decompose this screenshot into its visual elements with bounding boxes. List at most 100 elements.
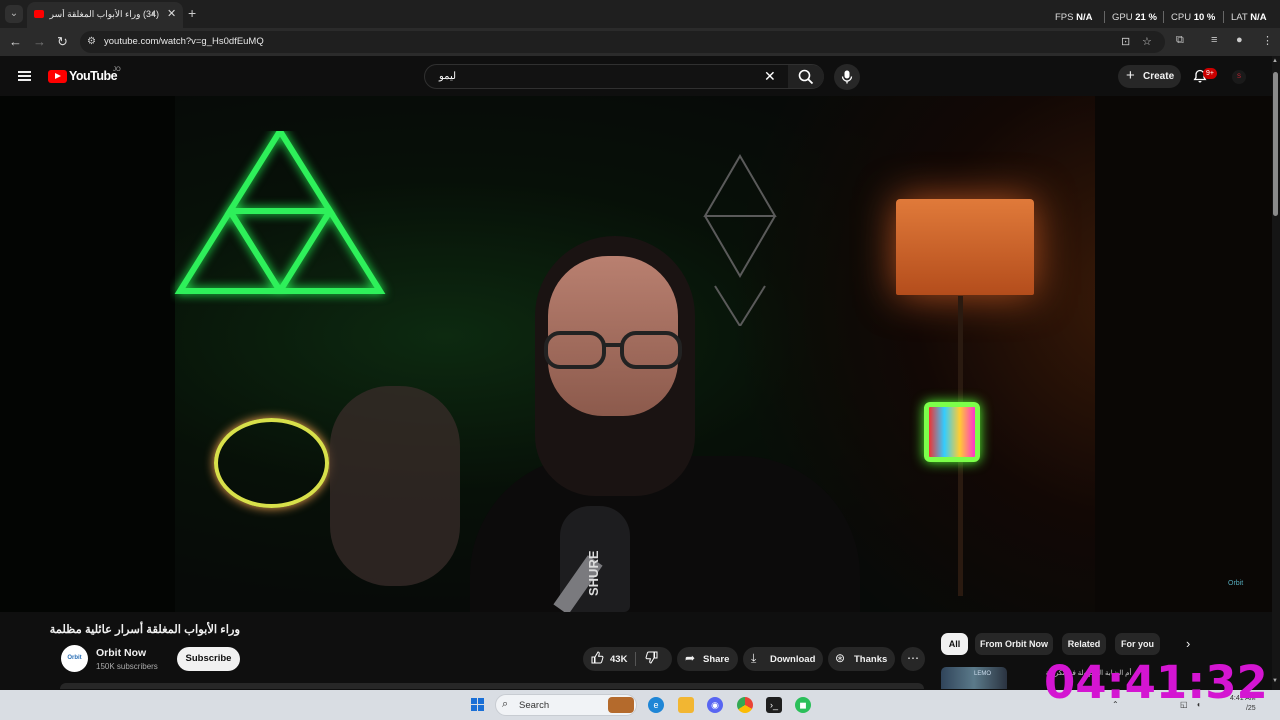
video-letterbox-left (0, 96, 175, 612)
download-icon: ⤓ (751, 651, 757, 665)
reading-list-icon[interactable]: ≡ (1211, 34, 1217, 46)
clear-search-icon[interactable]: ✕ (764, 68, 776, 85)
channel-name[interactable]: Orbit Now (96, 647, 146, 659)
microphone-brand: SHURE (586, 550, 601, 596)
ring-light (214, 418, 329, 508)
share-label: Share (703, 654, 730, 665)
edge-icon[interactable]: e (648, 697, 664, 713)
country-code: JO (113, 67, 121, 73)
chrome-menu-icon[interactable]: ⋮ (1262, 34, 1273, 47)
download-button[interactable]: ⤓ Download (743, 647, 823, 671)
bookmark-star-icon[interactable]: ☆ (1142, 35, 1152, 48)
windows-start-icon[interactable] (471, 698, 485, 712)
thumbnail-text: LEMO (974, 671, 992, 677)
next-video-thumbnail[interactable]: LEMO (941, 667, 1007, 689)
forward-icon[interactable]: → (33, 34, 46, 49)
chip-from-channel[interactable]: From Orbit Now (975, 633, 1053, 655)
more-actions-icon[interactable]: ⋯ (901, 647, 925, 671)
new-tab-button[interactable]: + (188, 5, 196, 21)
taskbar-search[interactable]: ⌕ Search (495, 694, 637, 716)
scrollbar-thumb[interactable] (1273, 72, 1278, 216)
thumbs-down-icon (645, 651, 658, 664)
share-icon: ➦ (685, 651, 696, 665)
url-text[interactable]: youtube.com/watch?v=g_Hs0dfEuMQ (104, 36, 264, 47)
android-app-icon[interactable]: ◼ (795, 697, 811, 713)
scroll-down-icon[interactable]: ▼ (1272, 678, 1278, 684)
create-label: Create (1143, 71, 1175, 82)
super-thanks-icon: ⊛ (835, 651, 846, 665)
file-explorer-icon[interactable] (678, 697, 694, 713)
download-label: Download (770, 654, 816, 665)
extensions-icon[interactable]: ⧉ (1176, 34, 1184, 47)
scroll-up-icon[interactable]: ▲ (1272, 58, 1278, 64)
dislike-button[interactable] (645, 651, 658, 667)
browser-toolbar: ← → ↻ ⚙ youtube.com/watch?v=g_Hs0dfEuMQ … (0, 28, 1280, 56)
perf-lat: LAT N/A (1231, 12, 1267, 23)
chip-for-you[interactable]: For you (1115, 633, 1160, 655)
presenter-hand (330, 386, 460, 586)
chrome-icon[interactable] (737, 697, 753, 713)
voice-search-button[interactable] (834, 64, 860, 90)
tab-title: (34) وراء الأبواب المغلقة أسرار (49, 9, 159, 19)
install-app-icon[interactable]: ⊡ (1121, 35, 1130, 48)
create-button[interactable]: + Create (1118, 65, 1181, 88)
share-button[interactable]: ➦ Share (677, 647, 738, 671)
search-button[interactable] (788, 65, 824, 88)
notifications-badge: 9+ (1203, 68, 1217, 79)
channel-avatar[interactable]: Orbit (61, 645, 88, 672)
account-avatar[interactable]: S (1232, 70, 1246, 84)
gpu-label: GPU (1112, 12, 1133, 23)
perf-fps: FPS N/A (1055, 12, 1093, 23)
lat-value: N/A (1250, 12, 1267, 23)
gpu-value: 21 % (1135, 12, 1157, 23)
chip-related[interactable]: Related (1062, 633, 1106, 655)
perf-gpu: GPU 21 % (1112, 12, 1157, 23)
mini-tv-light (924, 402, 980, 462)
tab-close-icon[interactable]: ✕ (167, 7, 176, 20)
search-icon (798, 69, 814, 85)
like-dislike-group: 43K (583, 647, 672, 671)
back-icon[interactable]: ← (9, 34, 22, 49)
active-tab[interactable]: (34) وراء الأبواب المغلقة أسرار ◖ ✕ (27, 2, 183, 28)
perf-divider (1104, 11, 1105, 23)
plus-icon: + (1126, 67, 1135, 84)
like-button[interactable] (591, 651, 604, 667)
taskbar-search-label: Search (519, 700, 550, 711)
subscriber-count: 150K subscribers (96, 662, 158, 671)
lat-label: LAT (1231, 12, 1248, 23)
search-icon: ⌕ (502, 698, 509, 710)
tab-search-dropdown-icon[interactable]: ⌄ (5, 5, 23, 23)
browser-tab-strip: ⌄ (34) وراء الأبواب المغلقة أسرار ◖ ✕ + … (0, 0, 1280, 28)
search-box[interactable]: ليمو ✕ (424, 64, 824, 89)
cpu-label: CPU (1171, 12, 1192, 23)
discord-icon[interactable]: ◉ (707, 697, 723, 713)
thanks-button[interactable]: ⊛ Thanks (828, 647, 895, 671)
glasses (544, 331, 682, 369)
youtube-logo-icon[interactable] (48, 70, 67, 83)
search-highlight-image (608, 697, 634, 713)
terminal-icon[interactable]: ›_ (766, 697, 782, 713)
chevron-right-icon[interactable]: › (1186, 636, 1190, 651)
neon-triangle-lights (174, 131, 386, 294)
description-box[interactable] (60, 683, 924, 689)
youtube-favicon-icon (34, 10, 44, 18)
hamburger-menu-icon[interactable] (18, 71, 31, 81)
fps-label: FPS (1055, 12, 1074, 23)
reload-icon[interactable]: ↻ (57, 34, 68, 50)
overlay-clock: 04:41:32 (1044, 656, 1268, 709)
like-divider (635, 652, 636, 666)
channel-watermark[interactable]: Orbit (1228, 580, 1243, 587)
video-player[interactable]: SHURE Orbit (0, 96, 1272, 612)
profile-icon[interactable]: ● (1236, 34, 1243, 46)
address-bar[interactable]: ⚙ youtube.com/watch?v=g_Hs0dfEuMQ ⊡ ☆ (80, 31, 1165, 53)
thumbs-up-icon (591, 651, 604, 664)
youtube-logo-text[interactable]: YouTube (69, 69, 118, 83)
search-input[interactable]: ليمو (439, 71, 456, 82)
site-info-icon[interactable]: ⚙ (87, 36, 99, 48)
subscribe-button[interactable]: Subscribe (177, 647, 240, 671)
cpu-value: 10 % (1193, 12, 1216, 23)
chip-all[interactable]: All (941, 633, 968, 655)
video-title: وراء الأبواب المغلقة أسرار عائلية مظلمة (49, 624, 240, 636)
audio-playing-icon[interactable]: ◖ (150, 8, 155, 18)
video-letterbox-right (1095, 96, 1272, 612)
